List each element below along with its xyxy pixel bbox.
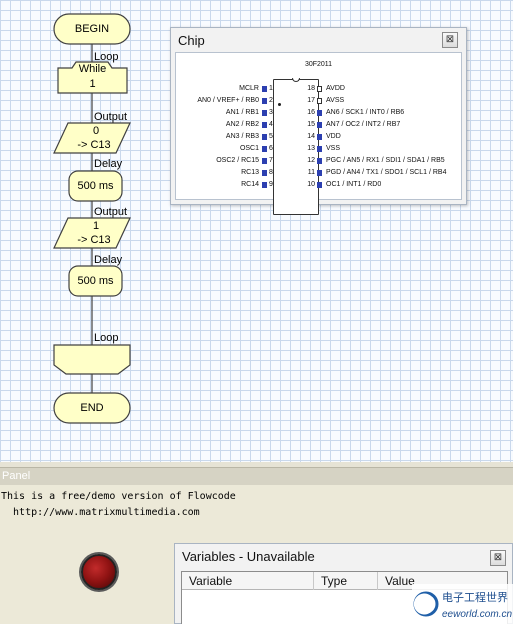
delay1-label: Delay bbox=[94, 158, 123, 170]
pin-number-right: 17 bbox=[307, 97, 315, 104]
pin-label-left: AN3 / RB3 bbox=[225, 133, 259, 140]
pin-label-right: VDD bbox=[326, 133, 341, 140]
pin-number-left: 3 bbox=[269, 109, 273, 116]
pin-io-left[interactable] bbox=[262, 98, 267, 104]
chip-pin-row: RC13 8 11 PGD / AN4 / TX1 / SDO1 / SCL1 / R… bbox=[176, 167, 463, 179]
chip-close-icon[interactable]: ⊠ bbox=[442, 32, 458, 48]
variables-window-title: Variables - Unavailable bbox=[182, 549, 315, 564]
pin-label-right: PGC / AN5 / RX1 / SDI1 / SDA1 / RB5 bbox=[326, 157, 445, 164]
pin-io-right[interactable] bbox=[317, 158, 322, 164]
pin-number-left: 7 bbox=[269, 157, 273, 164]
pin-number-right: 11 bbox=[307, 169, 315, 176]
chip-pin-row: MCLR 1 18 AVDD bbox=[176, 83, 463, 95]
loop-start-label: Loop bbox=[94, 51, 119, 63]
pin-io-left[interactable] bbox=[262, 146, 267, 152]
pin-io-right[interactable] bbox=[317, 170, 322, 176]
chip-window[interactable]: Chip ⊠ 30F2011 MCLR 1 18 AVDD AN0 / VREF+ / … bbox=[170, 27, 467, 215]
pin-label-right: PGD / AN4 / TX1 / SDO1 / SCL1 / RB4 bbox=[326, 169, 447, 176]
column-header-type[interactable]: Type bbox=[314, 572, 378, 590]
panel-header: Panel bbox=[0, 467, 513, 485]
panel-title: Panel bbox=[2, 470, 31, 482]
loop-end-label: Loop bbox=[94, 332, 119, 344]
pin-number-left: 4 bbox=[269, 121, 273, 128]
pin-number-left: 8 bbox=[269, 169, 273, 176]
pin-number-left: 5 bbox=[269, 133, 273, 140]
pin-number-right: 18 bbox=[307, 85, 315, 92]
pin-io-right[interactable] bbox=[317, 98, 322, 104]
pin-label-left: OSC1 bbox=[239, 145, 259, 152]
pin-number-left: 1 bbox=[269, 85, 273, 92]
pin-io-right[interactable] bbox=[317, 122, 322, 128]
chip-pin-row: AN3 / RB3 5 14 VDD bbox=[176, 131, 463, 143]
output2-target: -> C13 bbox=[77, 234, 111, 246]
pin-io-left[interactable] bbox=[262, 182, 267, 188]
pin-io-right[interactable] bbox=[317, 134, 322, 140]
pin-number-right: 14 bbox=[307, 133, 315, 140]
chip-part-name: 30F2011 bbox=[304, 61, 333, 68]
chip-window-title: Chip bbox=[178, 33, 205, 48]
demo-notice-text: This is a free/demo version of Flowcode … bbox=[1, 491, 236, 518]
output1-target: -> C13 bbox=[77, 139, 111, 151]
led-component[interactable] bbox=[81, 554, 117, 590]
pin-io-left[interactable] bbox=[262, 170, 267, 176]
pin-label-left: AN0 / VREF+ / RB0 bbox=[197, 97, 259, 104]
chip-pin-row: RC14 9 10 OC1 / INT1 / RD0 bbox=[176, 179, 463, 191]
pin-number-left: 6 bbox=[269, 145, 273, 152]
pin-label-left: AN1 / RB1 bbox=[225, 109, 259, 116]
chip-pin-row: AN1 / RB1 3 16 AN6 / SCK1 / INT0 / RB6 bbox=[176, 107, 463, 119]
output2-label: Output bbox=[94, 206, 128, 218]
pin-number-right: 15 bbox=[307, 121, 315, 128]
pin-label-left: RC14 bbox=[241, 181, 259, 188]
pin-number-right: 16 bbox=[307, 109, 315, 116]
chip-pin-row: AN2 / RB2 4 15 AN7 / OC2 / INT2 / RB7 bbox=[176, 119, 463, 131]
loop-end-block[interactable] bbox=[53, 344, 131, 375]
pin-number-right: 13 bbox=[307, 145, 315, 152]
output2-value: 1 bbox=[92, 220, 100, 232]
pin-io-left[interactable] bbox=[262, 110, 267, 116]
pin-io-left[interactable] bbox=[262, 134, 267, 140]
pin-number-right: 10 bbox=[307, 181, 315, 188]
pin-label-right: VSS bbox=[326, 145, 341, 152]
pin-number-left: 9 bbox=[269, 181, 273, 188]
delay2-text: 500 ms bbox=[77, 275, 114, 287]
chip-pin-row: OSC1 6 13 VSS bbox=[176, 143, 463, 155]
begin-text: BEGIN bbox=[74, 23, 110, 35]
pin-io-right[interactable] bbox=[317, 110, 322, 116]
pin-io-left[interactable] bbox=[262, 86, 267, 92]
pin-label-right: AN7 / OC2 / INT2 / RB7 bbox=[326, 121, 401, 128]
svg-text:eeworld.com.cn: eeworld.com.cn bbox=[442, 609, 512, 620]
pin-label-left: RC13 bbox=[241, 169, 259, 176]
pin-io-left[interactable] bbox=[262, 158, 267, 164]
pin-number-right: 12 bbox=[307, 157, 315, 164]
pin-io-left[interactable] bbox=[262, 122, 267, 128]
column-header-variable[interactable]: Variable bbox=[182, 572, 314, 590]
delay1-text: 500 ms bbox=[77, 180, 114, 192]
pin-io-right[interactable] bbox=[317, 146, 322, 152]
pin-label-left: MCLR bbox=[239, 85, 259, 92]
variables-close-icon[interactable]: ⊠ bbox=[490, 550, 506, 566]
svg-text:电子工程世界: 电子工程世界 bbox=[442, 591, 508, 604]
end-text: END bbox=[80, 402, 104, 414]
pin-label-left: AN2 / RB2 bbox=[225, 121, 259, 128]
pin-io-right[interactable] bbox=[317, 182, 322, 188]
eeworld-logo: 电子工程世界 eeworld.com.cn bbox=[412, 584, 513, 624]
output1-label: Output bbox=[94, 111, 128, 123]
pin-label-right: AVDD bbox=[326, 85, 345, 92]
while-text: While bbox=[78, 63, 107, 75]
flowchart-canvas[interactable]: BEGIN Loop While 1 Output 0 -> C13 Delay… bbox=[0, 0, 513, 462]
output1-value: 0 bbox=[92, 125, 100, 137]
chip-pin-row: AN0 / VREF+ / RB0 2 17 AVSS bbox=[176, 95, 463, 107]
chip-pin-row: OSC2 / RC15 7 12 PGC / AN5 / RX1 / SDI1 / S… bbox=[176, 155, 463, 167]
pin-label-right: OC1 / INT1 / RD0 bbox=[326, 181, 382, 188]
delay2-label: Delay bbox=[94, 254, 123, 266]
pin-number-left: 2 bbox=[269, 97, 273, 104]
pin-label-left: OSC2 / RC15 bbox=[216, 157, 259, 164]
pin-label-right: AVSS bbox=[326, 97, 345, 104]
pin-label-right: AN6 / SCK1 / INT0 / RB6 bbox=[326, 109, 405, 116]
chip-view: 30F2011 MCLR 1 18 AVDD AN0 / VREF+ / RB0 2 17 A… bbox=[175, 52, 463, 215]
pin-io-right[interactable] bbox=[317, 86, 322, 92]
while-condition: 1 bbox=[89, 78, 96, 90]
